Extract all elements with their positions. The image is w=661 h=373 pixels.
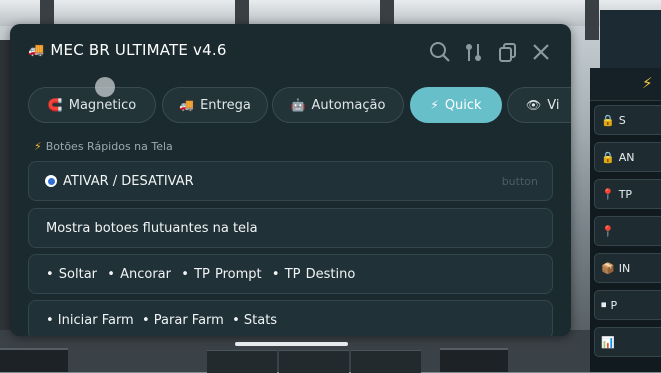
section-heading-text: Botões Rápidos na Tela (45, 140, 173, 153)
lock-icon: 🔒 (601, 113, 615, 127)
tab-bar: 🧲 Magnetico 🚚 Entrega 🤖 Automação ⚡ Quic… (10, 87, 571, 127)
close-icon[interactable] (530, 41, 552, 63)
quick-button-ancorar[interactable]: 🔒 AN (594, 142, 661, 172)
hotbar-slot[interactable] (207, 350, 277, 373)
robot-icon: 🤖 (290, 98, 306, 112)
tab-automacao[interactable]: 🤖 Automação (272, 87, 404, 123)
tab-visual[interactable]: 👁 Vi (507, 87, 571, 123)
touch-indicator (95, 77, 115, 97)
quick-button-label: IN (618, 261, 631, 275)
window-title: 🚚 MEC BR ULTIMATE v4.6 (28, 41, 227, 59)
eye-icon: 👁 (526, 98, 542, 112)
quick-button-stats[interactable]: 📊 (594, 327, 661, 357)
quick-button-tp-destino[interactable]: 📍 (594, 216, 661, 246)
list-item: • TP Destino (271, 266, 356, 282)
tab-entrega[interactable]: 🚚 Entrega (162, 87, 268, 123)
quick-button-soltar[interactable]: 🔒 S (594, 105, 661, 135)
quick-button-parar-farm[interactable]: ⏹ P (594, 290, 661, 320)
tab-label: Automação (311, 97, 386, 113)
buttons-list-card: • Soltar • Ancorar • TP Prompt • TP Dest… (28, 254, 553, 294)
hotbar-slot[interactable] (279, 350, 349, 373)
tab-label: Quick (444, 97, 482, 113)
pin-icon: 📍 (601, 224, 615, 238)
list-item: • Stats (232, 312, 278, 328)
window-title-text: MEC BR ULTIMATE v4.6 (50, 41, 227, 59)
tab-label: Vi (547, 97, 560, 113)
box-icon: 📦 (601, 261, 615, 275)
background-post (585, 0, 599, 40)
pin-icon: 📍 (601, 187, 615, 201)
section-heading: ⚡ Botões Rápidos na Tela (34, 140, 173, 153)
search-icon[interactable] (429, 41, 451, 63)
list-item: • Iniciar Farm (46, 312, 134, 328)
truck-icon: 🚚 (179, 98, 195, 112)
bolt-icon: ⚡ (34, 140, 42, 153)
stop-icon: ⏹ (601, 298, 607, 311)
quick-button-tp-prompt[interactable]: 📍 TP (594, 179, 661, 209)
background-tile (0, 348, 68, 372)
tab-quick[interactable]: ⚡ Quick (410, 87, 502, 123)
bolt-icon: ⚡ (430, 98, 439, 112)
list-item: • Parar Farm (141, 312, 224, 328)
magnet-icon: 🧲 (47, 98, 63, 112)
background-tile (440, 348, 508, 372)
radio-icon (45, 175, 57, 187)
description-card: Mostra botoes flutuantes na tela (28, 208, 553, 248)
quick-buttons-panel: ⚡ 🔒 S 🔒 AN 📍 TP 📍 📦 IN ⏹ P 📊 (590, 68, 661, 372)
description-text: Mostra botoes flutuantes na tela (46, 220, 258, 236)
quick-button-label: AN (618, 150, 635, 164)
tab-magnetico[interactable]: 🧲 Magnetico (28, 87, 156, 123)
quick-button-iniciar-farm[interactable]: 📦 IN (594, 253, 661, 283)
quick-button-label: P (610, 298, 618, 312)
truck-icon: 🚚 (28, 42, 45, 58)
copy-icon[interactable] (497, 41, 519, 63)
quick-panel-header[interactable]: ⚡ (590, 68, 661, 101)
toggle-label: ATIVAR / DESATIVAR (63, 173, 194, 189)
background-building (600, 10, 661, 70)
tab-label: Magnetico (68, 97, 137, 113)
quick-button-label: S (618, 113, 626, 127)
tab-label: Entrega (200, 97, 251, 113)
bolt-icon: ⚡ (642, 74, 653, 92)
list-item: • TP Prompt (181, 266, 262, 282)
hotbar (207, 350, 422, 373)
lock-icon: 🔒 (601, 150, 615, 164)
list-item: • Ancorar (107, 266, 171, 282)
buttons-list-card: • Iniciar Farm • Parar Farm • Stats (28, 300, 553, 336)
mod-menu-window: 🚚 MEC BR ULTIMATE v4.6 🧲 Magnetico 🚚 Ent… (10, 24, 571, 336)
pin-tool-icon[interactable] (463, 41, 485, 63)
window-titlebar[interactable]: 🚚 MEC BR ULTIMATE v4.6 (10, 24, 571, 80)
list-item: • Soltar (46, 266, 98, 282)
hotbar-slot[interactable] (351, 350, 421, 373)
quick-button-label: TP (618, 187, 633, 201)
toggle-quick-buttons[interactable]: ATIVAR / DESATIVAR button (28, 161, 553, 201)
button-hint: button (501, 174, 538, 188)
home-indicator[interactable] (235, 342, 348, 346)
chart-icon: 📊 (601, 335, 615, 349)
background-railing (0, 0, 661, 26)
